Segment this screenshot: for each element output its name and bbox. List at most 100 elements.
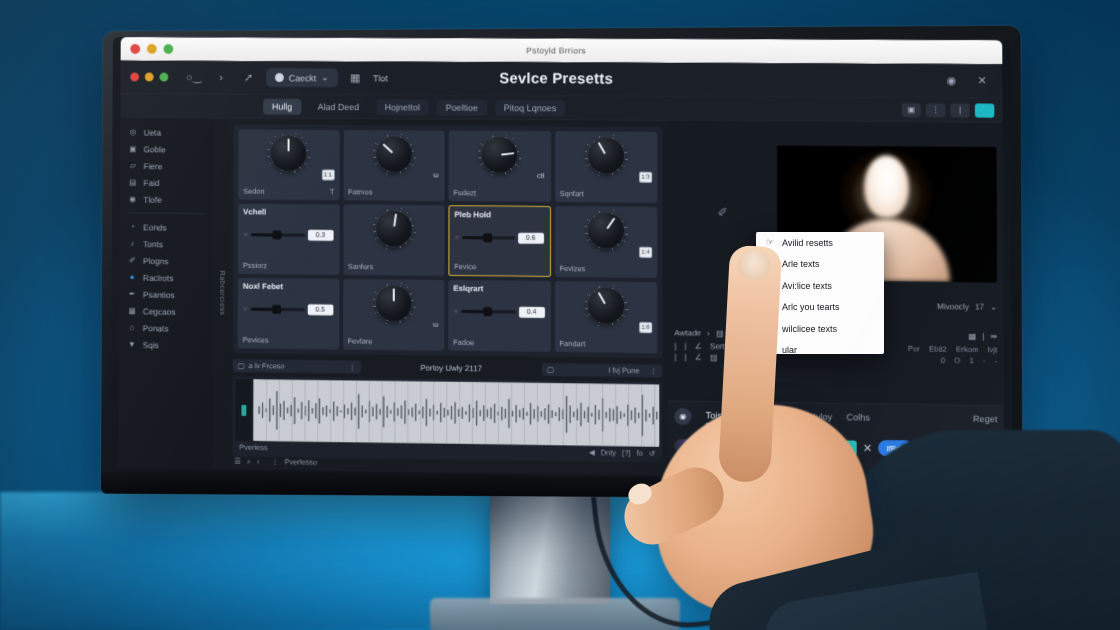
slider-value: 0.3 <box>307 229 334 241</box>
rotary-knob[interactable] <box>370 130 418 179</box>
context-menu-item-avoid-resets[interactable]: ☞ Avilid resetts <box>756 232 884 254</box>
slider-row[interactable]: ○ 0.4 <box>454 306 545 318</box>
slider-track[interactable] <box>461 233 515 243</box>
preset-cell[interactable]: Sanfers <box>342 204 445 276</box>
zoom-icon[interactable]: ⌕ <box>247 457 251 467</box>
rotary-knob[interactable] <box>369 204 418 253</box>
panel-icon[interactable]: ▣ <box>901 102 921 117</box>
waveform-track-head[interactable] <box>235 378 252 441</box>
preset-cell[interactable]: Eslqrart ○ 0.4 Fadoe <box>448 279 551 353</box>
os-window-title: Pstoyld Brriors <box>526 45 586 56</box>
sidebar-item-sqis[interactable]: ▼ Sqis <box>119 336 213 354</box>
brush-icon: ✒ <box>128 289 136 299</box>
slider-handle[interactable] <box>272 230 281 240</box>
search-icon[interactable]: ○‿ <box>184 67 204 87</box>
bars-icon[interactable]: ⋮ <box>925 102 946 117</box>
toggle-icon[interactable] <box>974 102 995 118</box>
menu-icon[interactable]: ☰ <box>234 457 241 467</box>
lasso-icon[interactable]: ⇛ <box>990 332 997 341</box>
slider-handle[interactable] <box>482 233 492 243</box>
app-close-button[interactable] <box>130 72 140 82</box>
bottom-tab-reget[interactable]: Reget <box>973 414 998 428</box>
grid-label: Tlot <box>373 73 388 84</box>
preset-cell[interactable]: ω Fatrvos <box>343 129 445 202</box>
knob-ticks-icon <box>581 206 630 255</box>
branch-icon[interactable]: ➚ <box>239 68 259 88</box>
sidebar-item-ueta[interactable]: ◎ Ueta <box>120 124 214 141</box>
slider-handle[interactable] <box>271 304 281 314</box>
preset-cell[interactable]: c8 Fudezt <box>448 130 551 202</box>
tab-pitoq-lqnoes[interactable]: Pitoq Lqnoes <box>494 99 566 116</box>
slider-handle[interactable] <box>482 307 492 317</box>
slider-row[interactable]: ○ 0.3 <box>244 229 334 241</box>
kebab-icon[interactable]: ⋮ <box>271 457 278 467</box>
preset-label: Pevices <box>242 335 269 345</box>
rotary-knob[interactable] <box>369 279 418 328</box>
waveform-canvas[interactable] <box>253 379 660 447</box>
sidebar-item-faid[interactable]: ▤ Faid <box>120 174 214 191</box>
slider-track[interactable] <box>460 307 516 317</box>
tab-hojnettol[interactable]: Hojnettol <box>375 98 429 116</box>
rotary-knob[interactable] <box>265 129 313 178</box>
waveform-center-label: Portoy Uwly 2117 <box>420 363 483 374</box>
rotary-knob[interactable] <box>475 130 524 179</box>
sidebar-item-label: Tonts <box>143 238 164 249</box>
preset-cell[interactable]: 1:1 Sedon T <box>238 129 340 201</box>
preview-subject-head <box>864 155 909 218</box>
sidebar-item-tonts[interactable]: ♪ Tonts <box>120 235 214 253</box>
help-circle-icon[interactable]: ◉ <box>941 71 961 91</box>
preset-cell[interactable]: 1:3 Sqnfart <box>554 131 658 203</box>
waveform-left-field[interactable]: ▢ a lv Frceso ⋮ <box>232 359 361 374</box>
sidebar: ◎ Ueta ▣ Goble ▱ Fiere ▤ Faid ◉ Tlofe ◔ … <box>118 117 215 470</box>
record-icon: ● <box>129 272 135 282</box>
sidebar-item-raclrots[interactable]: ● Raclrots <box>119 269 213 287</box>
collapsed-rail-tab[interactable]: Rabcorcioss <box>212 118 230 470</box>
chevron-left-icon[interactable]: ‹ <box>257 457 259 467</box>
tab-hullg[interactable]: Hullg <box>263 98 302 115</box>
kebab-icon[interactable]: ⋮ <box>349 363 356 372</box>
inspector-value: - <box>994 356 998 366</box>
sidebar-item-psantios[interactable]: ✒ Psantios <box>119 285 213 303</box>
app-minimize-button[interactable] <box>144 72 154 82</box>
knob-wrap <box>343 204 445 253</box>
sidebar-item-eonds[interactable]: ◔ Eonds <box>120 218 214 236</box>
rotary-knob[interactable] <box>581 131 630 180</box>
preset-cell[interactable]: ω Fevlare <box>342 278 445 351</box>
chevron-down-icon[interactable]: ⌄ <box>990 303 997 312</box>
tab-poeltioe[interactable]: Poeltioe <box>436 99 487 116</box>
sidebar-item-fiere[interactable]: ▱ Fiere <box>120 157 214 174</box>
sidebar-item-cegcaos[interactable]: ▦ Cegcaos <box>119 302 213 320</box>
app-maximize-button[interactable] <box>159 72 169 82</box>
preset-cell[interactable]: 1:4 Fevlzes <box>554 206 658 279</box>
slider-row[interactable]: ○ 0.6 <box>455 232 544 244</box>
grid-icon[interactable]: ▦ <box>345 68 365 88</box>
chevron-down-icon: ▼ <box>128 339 136 349</box>
preset-cell-footer: Fevice <box>454 262 544 272</box>
sidebar-item-tlofe[interactable]: ◉ Tlofe <box>120 191 214 209</box>
slider-track[interactable] <box>250 230 305 240</box>
preview-meta-value: 17 <box>974 302 985 312</box>
slider-row[interactable]: ○ 0.5 <box>244 304 333 316</box>
preset-selector[interactable]: Caeckt ⌄ <box>266 68 338 88</box>
preset-cell[interactable]: Noxl Febet ○ 0.5 Pevices <box>237 277 339 350</box>
rotary-knob[interactable] <box>581 281 630 330</box>
chevron-down-icon: ⌄ <box>321 72 329 83</box>
slider-track[interactable] <box>250 304 305 314</box>
preset-cell-selected[interactable]: Pleb Hold ○ 0.6 Fevice <box>448 205 551 277</box>
preset-cell[interactable]: Vchell ○ 0.3 Pssiorz <box>237 203 340 275</box>
sidebar-item-ponats[interactable]: ⌂ Ponats <box>119 319 213 337</box>
prev-icon[interactable]: ◀ <box>589 448 595 457</box>
tab-alad-deed[interactable]: Alad Deed <box>309 99 368 115</box>
os-window-titlebar: Pstoyld Brriors <box>120 37 1003 65</box>
sidebar-item-goble[interactable]: ▣ Goble <box>120 140 214 157</box>
close-icon[interactable]: ✕ <box>972 71 992 91</box>
camera-icon[interactable]: ▦ <box>968 332 976 341</box>
bar-icon[interactable]: | <box>950 102 970 118</box>
rotary-knob[interactable] <box>581 206 630 255</box>
chevron-right-icon[interactable]: › <box>211 67 231 87</box>
slider-min-icon: ○ <box>454 308 458 315</box>
waveform-foot-left: Pveriess <box>239 442 268 453</box>
sidebar-item-plogns[interactable]: ✐ Plogns <box>120 252 214 270</box>
slider-value: 0.5 <box>307 304 333 316</box>
pie-icon: ◔ <box>130 222 135 232</box>
